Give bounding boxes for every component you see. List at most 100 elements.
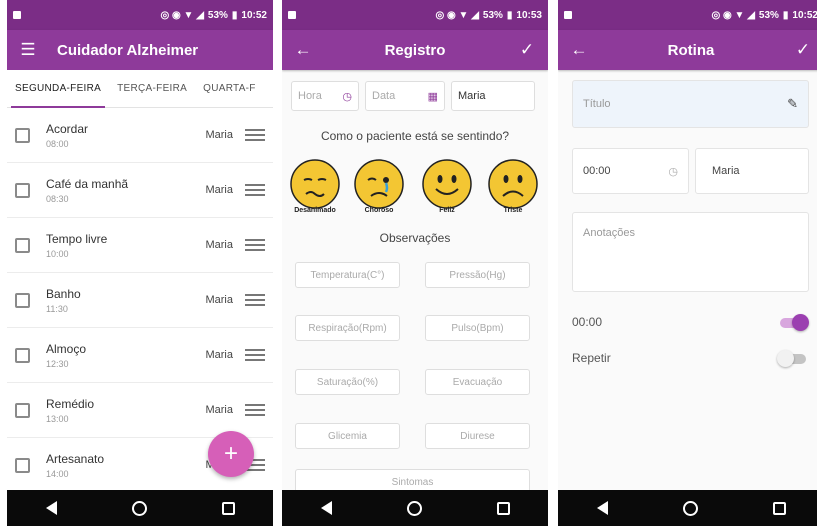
drag-handle-icon[interactable] (245, 239, 265, 251)
screen-title: Registro (384, 41, 446, 59)
clock: 10:53 (516, 9, 542, 21)
home-icon (407, 500, 423, 516)
routine-time: 11:30 (46, 303, 68, 314)
user-field[interactable]: Maria (451, 81, 535, 111)
routine-title: Tempo livre (46, 231, 108, 246)
temperatura-field[interactable]: Temperatura(C°) (295, 262, 400, 288)
routine-text: Tempo livre 10:00 (46, 232, 205, 259)
confirm-check-icon[interactable]: ✓ (516, 40, 538, 60)
routine-title: Café da manhã (46, 176, 129, 191)
drag-handle-icon[interactable] (245, 184, 265, 196)
sad-face-icon[interactable] (487, 158, 539, 210)
routine-checkbox[interactable] (15, 402, 30, 418)
routine-checkbox[interactable] (15, 237, 30, 253)
drag-handle-icon[interactable] (245, 129, 265, 141)
back-icon (596, 501, 608, 515)
add-routine-button[interactable]: + (208, 431, 254, 477)
status-bar: ◎ ◉ ▼ ◢ 53% ▮ 10:52 (558, 0, 817, 30)
pressao-field[interactable]: Pressão(Hg) (425, 262, 530, 288)
notes-field[interactable]: Anotações (572, 212, 809, 292)
respiracao-field[interactable]: Respiração(Rpm) (295, 315, 400, 341)
calendar-icon: ▦ (427, 90, 438, 103)
recents-nav-button[interactable] (760, 501, 800, 515)
user-field[interactable]: Maria (695, 148, 809, 194)
routine-row[interactable]: Remédio 13:00 Maria (7, 383, 273, 438)
tab-segunda[interactable]: SEGUNDA-FEIRA (7, 70, 109, 108)
home-nav-button[interactable] (395, 500, 435, 516)
app-bar: ← Rotina ✓ (558, 30, 817, 70)
drag-handle-icon[interactable] (245, 294, 265, 306)
routine-time: 08:30 (46, 193, 69, 204)
app-bar: ← Registro ✓ (282, 30, 548, 70)
time-value: 00:00 (583, 165, 611, 177)
data-field[interactable]: Data ▦ (365, 81, 445, 111)
alarm-toggle[interactable] (780, 314, 809, 331)
repeat-toggle-knob (777, 350, 794, 367)
routine-time: 10:00 (46, 248, 69, 259)
back-nav-button[interactable] (306, 501, 346, 515)
routine-row[interactable]: Tempo livre 10:00 Maria (7, 218, 273, 273)
back-nav-button[interactable] (31, 501, 71, 515)
notification-icon (564, 11, 572, 19)
hora-field[interactable]: Hora ◷ (291, 81, 359, 111)
notes-placeholder: Anotações (583, 227, 635, 239)
routine-checkbox[interactable] (15, 182, 30, 198)
routine-row[interactable]: Acordar 08:00 Maria (7, 108, 273, 163)
glicemia-field[interactable]: Glicemia (295, 423, 400, 449)
status-bar: ◎ ◉ ▼ ◢ 53% ▮ 10:52 (7, 0, 273, 30)
repeat-toggle[interactable] (777, 350, 806, 367)
routine-screen: ◎ ◉ ▼ ◢ 53% ▮ 10:52 ← Rotina ✓ Título ✎ … (558, 0, 817, 526)
routine-time: 13:00 (46, 413, 69, 424)
confirm-check-icon[interactable]: ✓ (792, 40, 814, 60)
pencil-icon[interactable]: ✎ (787, 96, 798, 112)
recents-icon (222, 501, 236, 515)
routine-text: Artesanato 14:00 (46, 452, 205, 479)
back-arrow-icon[interactable]: ← (292, 40, 314, 60)
clock-icon: ◷ (342, 90, 352, 103)
home-nav-button[interactable] (120, 500, 160, 516)
evacuacao-field[interactable]: Evacuação (425, 369, 530, 395)
recents-nav-button[interactable] (484, 501, 524, 515)
tired-face-icon[interactable] (289, 158, 341, 210)
routine-row[interactable]: Almoço 12:30 Maria (7, 328, 273, 383)
diurese-field[interactable]: Diurese (425, 423, 530, 449)
mood-label-choroso: Choroso (364, 207, 394, 214)
titulo-field[interactable]: Título ✎ (572, 80, 809, 128)
alarm-time-label: 00:00 (572, 315, 603, 329)
drag-handle-icon[interactable] (245, 404, 265, 416)
hamburger-menu-icon[interactable]: ☰ (17, 40, 39, 60)
routine-row[interactable]: Banho 11:30 Maria (7, 273, 273, 328)
notification-icon (288, 11, 296, 19)
home-nav-button[interactable] (671, 500, 711, 516)
routine-text: Acordar 08:00 (46, 122, 205, 149)
user-value: Maria (712, 165, 740, 177)
home-icon (132, 500, 148, 516)
clock-icon: ◷ (668, 165, 678, 178)
weekday-tabs: SEGUNDA-FEIRA TERÇA-FEIRA QUARTA-F (7, 70, 273, 108)
saturacao-field[interactable]: Saturação(%) (295, 369, 400, 395)
routine-checkbox[interactable] (15, 127, 30, 143)
battery-icon: ▮ (231, 9, 238, 21)
battery-icon: ▮ (506, 9, 513, 21)
routine-user: Maria (205, 184, 233, 196)
tab-quarta[interactable]: QUARTA-F (195, 70, 264, 108)
happy-face-icon[interactable] (421, 158, 473, 210)
time-field[interactable]: 00:00 ◷ (572, 148, 689, 194)
routine-checkbox[interactable] (15, 457, 30, 473)
back-arrow-icon[interactable]: ← (568, 40, 590, 60)
crying-face-icon[interactable] (353, 158, 405, 210)
recents-nav-button[interactable] (209, 501, 249, 515)
routine-checkbox[interactable] (15, 292, 30, 308)
pulso-field[interactable]: Pulso(Bpm) (425, 315, 530, 341)
routine-title: Artesanato (46, 451, 105, 466)
battery-percent: 53% (758, 9, 779, 21)
routine-row[interactable]: Café da manhã 08:30 Maria (7, 163, 273, 218)
nav-bar (282, 490, 548, 526)
battery-percent: 53% (482, 9, 503, 21)
routine-checkbox[interactable] (15, 347, 30, 363)
drag-handle-icon[interactable] (245, 349, 265, 361)
back-icon (45, 501, 57, 515)
routine-text: Almoço 12:30 (46, 342, 205, 369)
back-nav-button[interactable] (582, 501, 622, 515)
tab-terca[interactable]: TERÇA-FEIRA (109, 70, 195, 108)
